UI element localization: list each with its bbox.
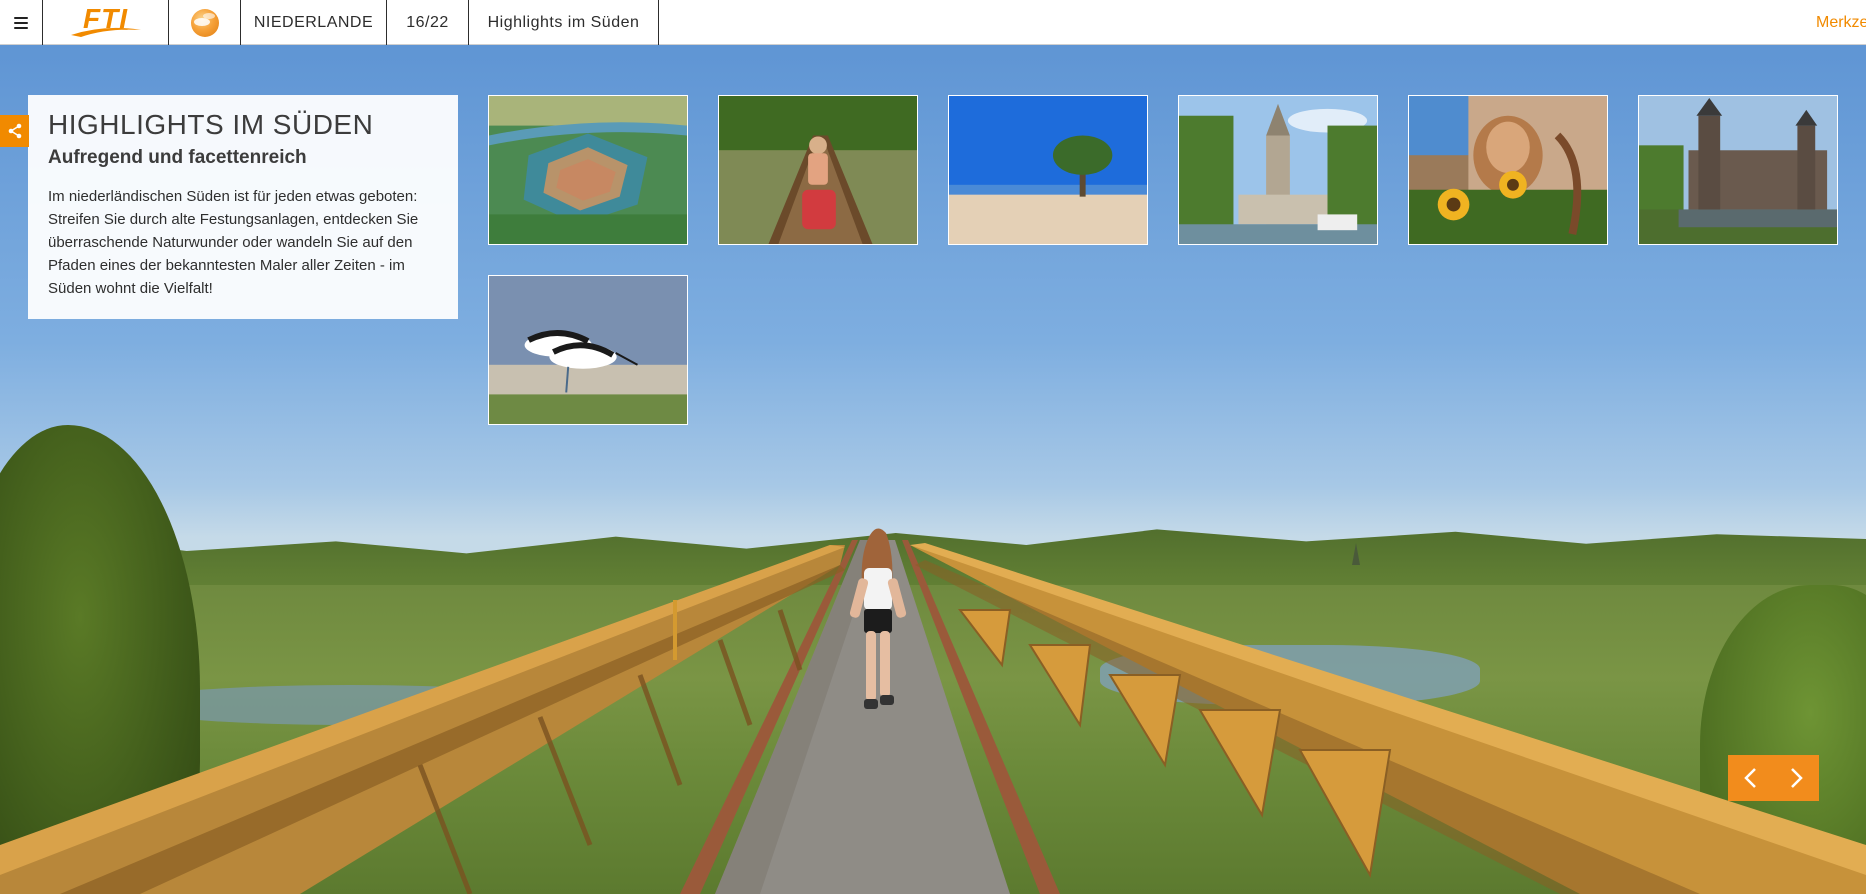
- chevron-left-icon: [1743, 768, 1756, 788]
- globe-icon: [190, 8, 219, 37]
- country-tab[interactable]: NIEDERLANDE: [241, 0, 387, 45]
- globe-button[interactable]: [169, 0, 241, 45]
- section-title: HIGHLIGHTS IM SÜDEN: [48, 109, 374, 140]
- merkzettel-link[interactable]: Merkze: [1816, 0, 1866, 45]
- info-panel: HIGHLIGHTS IM SÜDEN Aufregend und facett…: [28, 95, 458, 319]
- section-subtitle: Aufregend und facettenreich: [48, 147, 307, 169]
- page-indicator: 16/22: [387, 0, 469, 45]
- section-description: Im niederländischen Süden ist für jeden …: [48, 188, 419, 298]
- thumbnail-castle[interactable]: [1638, 95, 1838, 245]
- thumbnail-fortress-aerial[interactable]: [488, 95, 688, 245]
- thumbnail-avocet-birds[interactable]: [488, 275, 688, 425]
- hamburger-icon: [14, 16, 28, 29]
- previous-button[interactable]: [1728, 755, 1774, 801]
- share-button[interactable]: [0, 115, 29, 147]
- chevron-right-icon: [1791, 768, 1804, 788]
- thumbnail-beach-tree[interactable]: [948, 95, 1148, 245]
- thumbnail-church-canal[interactable]: [1178, 95, 1378, 245]
- thumbnail-canoe[interactable]: [718, 95, 918, 245]
- logo-swoosh-icon: [71, 27, 141, 37]
- next-button[interactable]: [1774, 755, 1820, 801]
- fti-logo[interactable]: FTI: [43, 0, 169, 45]
- chapter-tab[interactable]: Highlights im Süden: [469, 0, 659, 45]
- walking-person: [849, 528, 907, 709]
- share-icon: [8, 123, 21, 139]
- top-navigation-bar: FTI NIEDERLANDE 16/22 Highlights im Süde…: [0, 0, 1866, 45]
- slide-navigation: [1728, 755, 1819, 801]
- thumbnail-sunflowers-mural[interactable]: [1408, 95, 1608, 245]
- menu-button[interactable]: [0, 0, 43, 45]
